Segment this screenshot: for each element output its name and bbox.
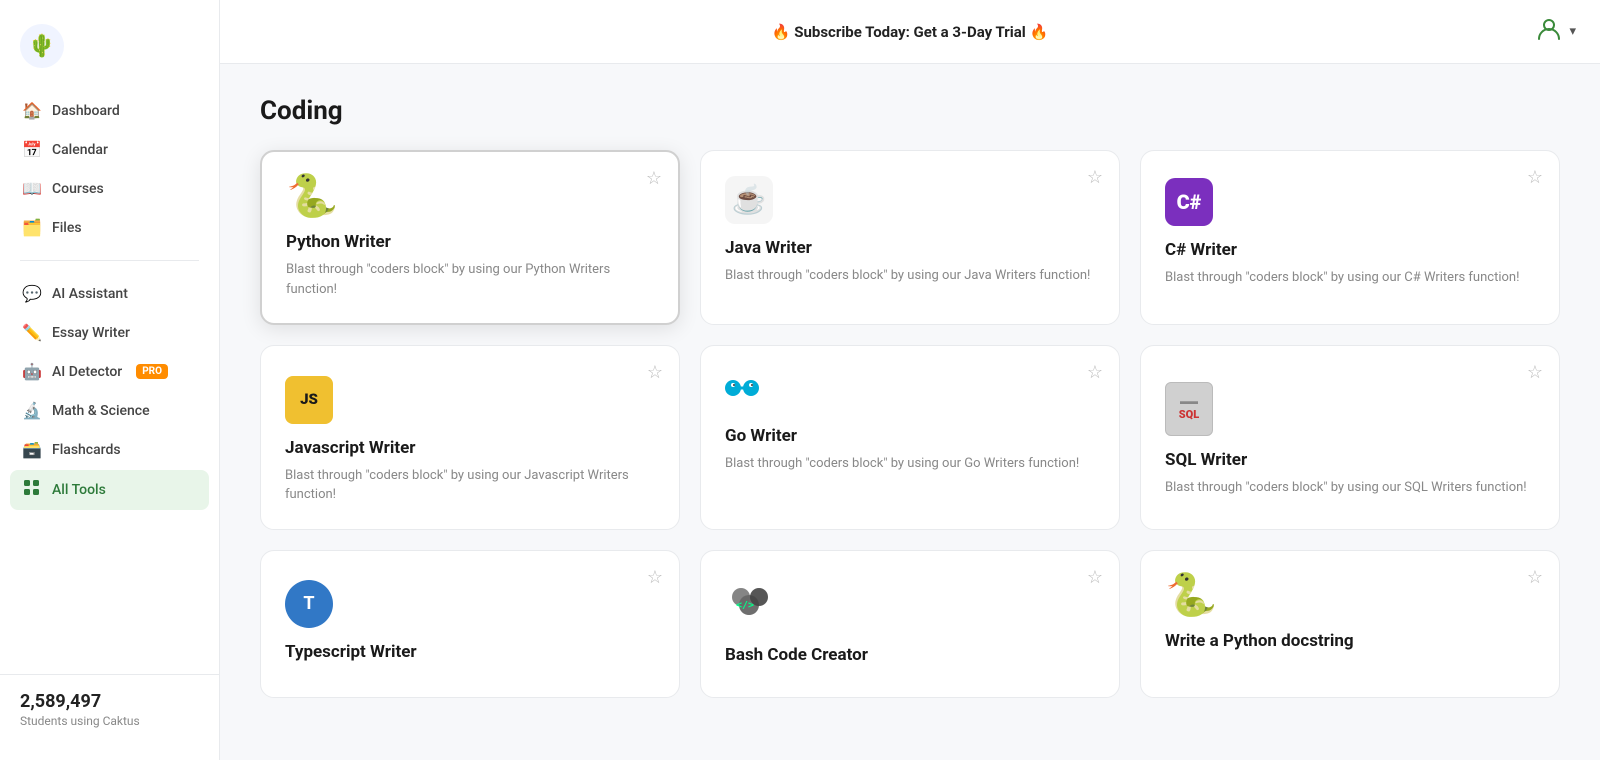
card-title: Bash Code Creator — [725, 645, 1095, 665]
sidebar-item-label: All Tools — [52, 482, 106, 498]
all-tools-icon — [22, 479, 42, 501]
sidebar-item-courses[interactable]: 📖 Courses — [10, 170, 209, 207]
star-icon[interactable]: ☆ — [1087, 362, 1103, 383]
sidebar-item-essay-writer[interactable]: ✏️ Essay Writer — [10, 314, 209, 351]
card-title: Typescript Writer — [285, 642, 655, 662]
star-icon[interactable]: ☆ — [1087, 567, 1103, 588]
logo: 🌵 — [0, 16, 219, 92]
sidebar-item-dashboard[interactable]: 🏠 Dashboard — [10, 92, 209, 129]
sidebar: 🌵 🏠 Dashboard 📅 Calendar 📖 Courses 🗂️ Fi… — [0, 0, 220, 760]
sidebar-item-flashcards[interactable]: 🗃️ Flashcards — [10, 431, 209, 468]
star-icon[interactable]: ☆ — [1527, 167, 1543, 188]
sidebar-item-label: AI Detector — [52, 364, 122, 380]
star-icon[interactable]: ☆ — [1527, 567, 1543, 588]
sidebar-item-all-tools[interactable]: All Tools — [10, 470, 209, 510]
ai-detector-icon: 🤖 — [22, 362, 42, 381]
card-title: Write a Python docstring — [1165, 631, 1535, 651]
card-typescript-writer[interactable]: ☆ T Typescript Writer — [260, 550, 680, 698]
ai-assistant-icon: 💬 — [22, 284, 42, 303]
user-menu[interactable]: ▾ — [1535, 15, 1576, 49]
sidebar-item-ai-detector[interactable]: 🤖 AI Detector PRO — [10, 353, 209, 390]
card-desc: Blast through "coders block" by using ou… — [725, 266, 1095, 286]
card-title: Python Writer — [286, 232, 654, 252]
card-icon-ts: T — [285, 575, 655, 628]
card-javascript-writer[interactable]: ☆ JS Javascript Writer Blast through "co… — [260, 345, 680, 530]
sidebar-item-label: Essay Writer — [52, 325, 130, 341]
card-go-writer[interactable]: ☆ Go Writer Blast through "coders block"… — [700, 345, 1120, 530]
dashboard-icon: 🏠 — [22, 101, 42, 120]
logo-icon: 🌵 — [20, 24, 64, 68]
card-desc: Blast through "coders block" by using ou… — [1165, 268, 1535, 288]
card-icon-sql: ▬▬SQL — [1165, 370, 1535, 436]
card-icon-pydoc: 🐍 — [1165, 575, 1535, 617]
cards-grid: ☆ 🐍 Python Writer Blast through "coders … — [260, 150, 1560, 698]
card-icon-js: JS — [285, 370, 655, 424]
card-title: Javascript Writer — [285, 438, 655, 458]
flashcards-icon: 🗃️ — [22, 440, 42, 459]
svg-text:</>: </> — [736, 600, 754, 611]
sidebar-item-label: AI Assistant — [52, 286, 128, 302]
sidebar-item-math-science[interactable]: 🔬 Math & Science — [10, 392, 209, 429]
sidebar-item-label: Flashcards — [52, 442, 121, 458]
star-icon[interactable]: ☆ — [1087, 167, 1103, 188]
sidebar-item-label: Files — [52, 220, 82, 236]
sidebar-nav: 🏠 Dashboard 📅 Calendar 📖 Courses 🗂️ File… — [0, 92, 219, 674]
sidebar-footer: 2,589,497 Students using Caktus — [0, 674, 219, 744]
card-title: Java Writer — [725, 238, 1095, 258]
files-icon: 🗂️ — [22, 218, 42, 237]
star-icon[interactable]: ☆ — [647, 362, 663, 383]
sidebar-item-label: Courses — [52, 181, 104, 197]
card-desc: Blast through "coders block" by using ou… — [286, 260, 654, 299]
sidebar-item-ai-assistant[interactable]: 💬 AI Assistant — [10, 275, 209, 312]
section-title: Coding — [260, 96, 1560, 126]
card-java-writer[interactable]: ☆ ☕ Java Writer Blast through "coders bl… — [700, 150, 1120, 325]
chevron-down-icon: ▾ — [1569, 24, 1576, 39]
card-title: SQL Writer — [1165, 450, 1535, 470]
card-icon-bash: </> — [725, 575, 1095, 631]
card-icon-java: ☕ — [725, 175, 1095, 224]
sidebar-item-label: Calendar — [52, 142, 108, 158]
card-csharp-writer[interactable]: ☆ C# C# Writer Blast through "coders blo… — [1140, 150, 1560, 325]
card-bash-code-creator[interactable]: ☆ </> Bash Code Creator — [700, 550, 1120, 698]
card-icon-csharp: C# — [1165, 175, 1535, 226]
star-icon[interactable]: ☆ — [1527, 362, 1543, 383]
star-icon[interactable]: ☆ — [646, 168, 662, 189]
header-banner: 🔥 Subscribe Today: Get a 3-Day Trial 🔥 — [772, 23, 1048, 41]
star-icon[interactable]: ☆ — [647, 567, 663, 588]
card-python-writer[interactable]: ☆ 🐍 Python Writer Blast through "coders … — [260, 150, 680, 325]
math-science-icon: 🔬 — [22, 401, 42, 420]
sidebar-item-files[interactable]: 🗂️ Files — [10, 209, 209, 246]
card-desc: Blast through "coders block" by using ou… — [1165, 478, 1535, 498]
courses-icon: 📖 — [22, 179, 42, 198]
header: 🔥 Subscribe Today: Get a 3-Day Trial 🔥 ▾ — [220, 0, 1600, 64]
student-count: 2,589,497 — [20, 691, 199, 712]
calendar-icon: 📅 — [22, 140, 42, 159]
card-desc: Blast through "coders block" by using ou… — [725, 454, 1095, 474]
card-desc: Blast through "coders block" by using ou… — [285, 466, 655, 505]
card-python-docstring[interactable]: ☆ 🐍 Write a Python docstring — [1140, 550, 1560, 698]
content-area: Coding ☆ 🐍 Python Writer Blast through "… — [220, 64, 1600, 760]
card-title: C# Writer — [1165, 240, 1535, 260]
sidebar-item-calendar[interactable]: 📅 Calendar — [10, 131, 209, 168]
card-title: Go Writer — [725, 426, 1095, 446]
pro-badge: PRO — [136, 364, 168, 379]
card-icon-python: 🐍 — [286, 176, 654, 218]
essay-writer-icon: ✏️ — [22, 323, 42, 342]
sidebar-item-label: Dashboard — [52, 103, 120, 119]
sidebar-item-label: Math & Science — [52, 403, 150, 419]
nav-divider — [20, 260, 199, 261]
student-label: Students using Caktus — [20, 714, 199, 728]
card-sql-writer[interactable]: ☆ ▬▬SQL SQL Writer Blast through "coders… — [1140, 345, 1560, 530]
user-avatar-icon — [1535, 15, 1563, 49]
card-icon-go — [725, 370, 1095, 412]
main-content: 🔥 Subscribe Today: Get a 3-Day Trial 🔥 ▾… — [220, 0, 1600, 760]
